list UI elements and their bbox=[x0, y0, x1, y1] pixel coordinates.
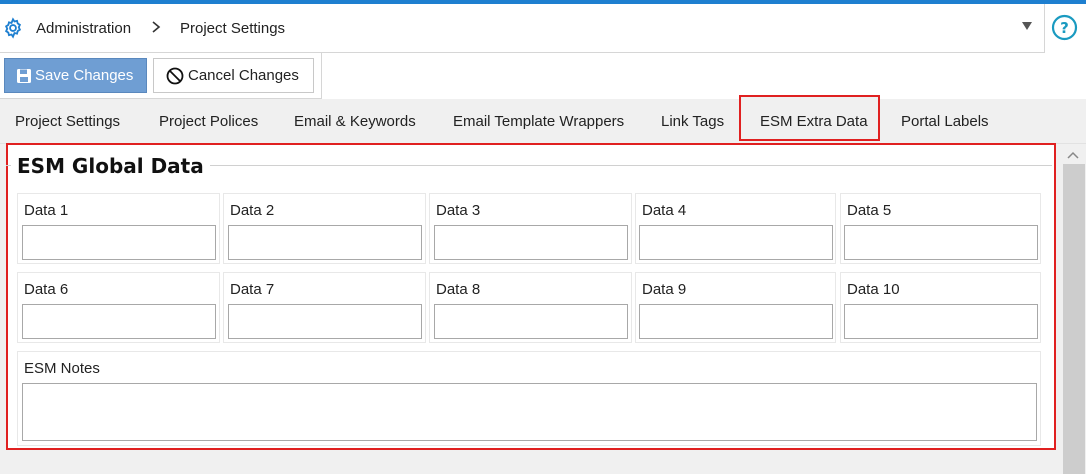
field-label: Data 4 bbox=[642, 202, 687, 219]
data-1-input[interactable] bbox=[22, 225, 216, 260]
field-label: Data 5 bbox=[847, 202, 892, 219]
field-cell-data-3: Data 3 bbox=[429, 193, 632, 264]
chevron-right-icon bbox=[152, 21, 161, 33]
svg-text:?: ? bbox=[1060, 19, 1069, 37]
data-8-input[interactable] bbox=[434, 304, 628, 339]
field-label: Data 2 bbox=[230, 202, 275, 219]
gear-icon[interactable] bbox=[2, 17, 24, 39]
data-2-input[interactable] bbox=[228, 225, 422, 260]
field-cell-data-4: Data 4 bbox=[635, 193, 836, 264]
field-label: Data 8 bbox=[436, 281, 481, 298]
toolbar: Save Changes Cancel Changes bbox=[0, 53, 322, 99]
field-label: Data 3 bbox=[436, 202, 481, 219]
tab-link-tags[interactable]: Link Tags bbox=[661, 113, 724, 130]
data-9-input[interactable] bbox=[639, 304, 833, 339]
floppy-disk-icon bbox=[17, 68, 31, 83]
cancel-icon bbox=[166, 67, 184, 84]
field-cell-data-2: Data 2 bbox=[223, 193, 426, 264]
tab-esm-extra-data[interactable]: ESM Extra Data bbox=[760, 113, 868, 130]
data-5-input[interactable] bbox=[844, 225, 1038, 260]
tab-project-settings[interactable]: Project Settings bbox=[15, 113, 120, 130]
save-changes-label: Save Changes bbox=[35, 67, 134, 84]
scrollbar-thumb[interactable] bbox=[1063, 164, 1085, 474]
data-7-input[interactable] bbox=[228, 304, 422, 339]
save-changes-button[interactable]: Save Changes bbox=[4, 58, 147, 93]
data-4-input[interactable] bbox=[639, 225, 833, 260]
field-cell-data-10: Data 10 bbox=[840, 272, 1041, 343]
field-label: Data 9 bbox=[642, 281, 687, 298]
field-label: ESM Notes bbox=[24, 360, 100, 377]
field-cell-data-6: Data 6 bbox=[17, 272, 220, 343]
cancel-changes-button[interactable]: Cancel Changes bbox=[153, 58, 314, 93]
field-label: Data 10 bbox=[847, 281, 900, 298]
data-10-input[interactable] bbox=[844, 304, 1038, 339]
field-cell-data-8: Data 8 bbox=[429, 272, 632, 343]
field-label: Data 6 bbox=[24, 281, 69, 298]
field-cell-data-5: Data 5 bbox=[840, 193, 1041, 264]
tab-email-template-wrappers[interactable]: Email Template Wrappers bbox=[453, 113, 624, 130]
esm-notes-textarea[interactable] bbox=[22, 383, 1037, 441]
breadcrumb-administration[interactable]: Administration bbox=[36, 20, 131, 37]
field-cell-esm-notes: ESM Notes bbox=[17, 351, 1041, 446]
help-icon[interactable]: ? bbox=[1051, 14, 1078, 41]
data-6-input[interactable] bbox=[22, 304, 216, 339]
caret-down-icon[interactable] bbox=[1020, 20, 1034, 32]
header-bar: Administration Project Settings bbox=[0, 4, 1045, 53]
scroll-up-arrow-icon[interactable] bbox=[1066, 150, 1080, 160]
cancel-changes-label: Cancel Changes bbox=[188, 67, 299, 84]
tab-project-polices[interactable]: Project Polices bbox=[159, 113, 258, 130]
field-cell-data-9: Data 9 bbox=[635, 272, 836, 343]
field-cell-data-7: Data 7 bbox=[223, 272, 426, 343]
group-title: ESM Global Data bbox=[11, 154, 210, 178]
breadcrumb-project-settings: Project Settings bbox=[180, 20, 286, 37]
field-label: Data 1 bbox=[24, 202, 69, 219]
field-cell-data-1: Data 1 bbox=[17, 193, 220, 264]
field-label: Data 7 bbox=[230, 281, 275, 298]
data-3-input[interactable] bbox=[434, 225, 628, 260]
tab-portal-labels[interactable]: Portal Labels bbox=[901, 113, 989, 130]
tab-email-keywords[interactable]: Email & Keywords bbox=[294, 113, 416, 130]
